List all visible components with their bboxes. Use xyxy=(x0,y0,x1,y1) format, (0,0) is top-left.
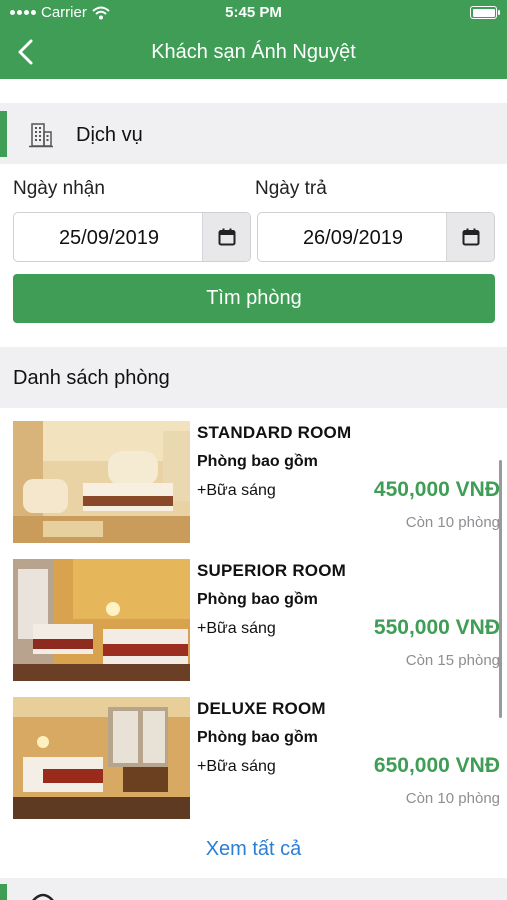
room-name: DELUXE ROOM xyxy=(197,699,326,718)
status-bar: Carrier 5:45 PM xyxy=(0,0,507,26)
spacer xyxy=(0,79,507,103)
search-rooms-button[interactable]: Tìm phòng xyxy=(13,274,495,323)
service-section-label: Dịch vụ xyxy=(76,124,143,146)
rooms-section-label: Danh sách phòng xyxy=(13,367,170,389)
room-price: 450,000 VNĐ xyxy=(373,478,500,501)
room-extra: +Bữa sáng xyxy=(197,758,276,775)
room-remaining: Còn 15 phòng xyxy=(405,652,500,669)
next-section-header xyxy=(0,878,507,900)
checkout-label: Ngày trả xyxy=(255,178,327,199)
service-section-header: Dịch vụ xyxy=(0,103,507,164)
room-extra: +Bữa sáng xyxy=(197,482,276,499)
see-all-link[interactable]: Xem tất cả xyxy=(0,838,507,861)
calendar-icon xyxy=(218,228,235,246)
checkin-label: Ngày nhận xyxy=(13,178,105,199)
room-photo xyxy=(13,421,190,543)
checkin-date-value: 25/09/2019 xyxy=(58,227,160,249)
room-price: 650,000 VNĐ xyxy=(373,754,500,777)
checkin-date-field[interactable]: 25/09/2019 xyxy=(13,212,251,262)
section-icon xyxy=(32,893,54,900)
checkin-calendar-button[interactable] xyxy=(202,213,250,261)
room-item-superior[interactable]: SUPERIOR ROOM Phòng bao gồm +Bữa sáng 55… xyxy=(13,559,507,681)
checkout-date-value: 26/09/2019 xyxy=(302,227,404,249)
rooms-section-header: Danh sách phòng xyxy=(0,347,507,408)
room-name: SUPERIOR ROOM xyxy=(197,561,347,580)
section-accent-bar xyxy=(0,111,7,157)
rooms-scrollbar[interactable] xyxy=(499,460,502,718)
calendar-icon xyxy=(462,228,479,246)
room-photo xyxy=(13,697,190,819)
room-includes: Phòng bao gồm xyxy=(197,591,318,608)
room-includes: Phòng bao gồm xyxy=(197,453,318,470)
room-item-deluxe[interactable]: DELUXE ROOM Phòng bao gồm +Bữa sáng 650,… xyxy=(13,697,507,819)
room-extra: +Bữa sáng xyxy=(197,620,276,637)
checkout-calendar-button[interactable] xyxy=(446,213,494,261)
room-item-standard[interactable]: STANDARD ROOM Phòng bao gồm +Bữa sáng 45… xyxy=(13,421,507,543)
page-title: Khách sạn Ánh Nguyệt xyxy=(151,41,356,63)
room-remaining: Còn 10 phòng xyxy=(405,514,500,531)
section-accent-bar xyxy=(0,884,7,900)
room-includes: Phòng bao gồm xyxy=(197,729,318,746)
room-price: 550,000 VNĐ xyxy=(373,616,500,639)
room-remaining: Còn 10 phòng xyxy=(405,790,500,807)
building-icon xyxy=(29,123,53,148)
room-photo xyxy=(13,559,190,681)
room-name: STANDARD ROOM xyxy=(197,423,352,442)
checkout-date-field[interactable]: 26/09/2019 xyxy=(257,212,495,262)
nav-bar: Khách sạn Ánh Nguyệt xyxy=(0,26,507,79)
status-time: 5:45 PM xyxy=(225,4,282,21)
battery-icon xyxy=(470,6,500,19)
